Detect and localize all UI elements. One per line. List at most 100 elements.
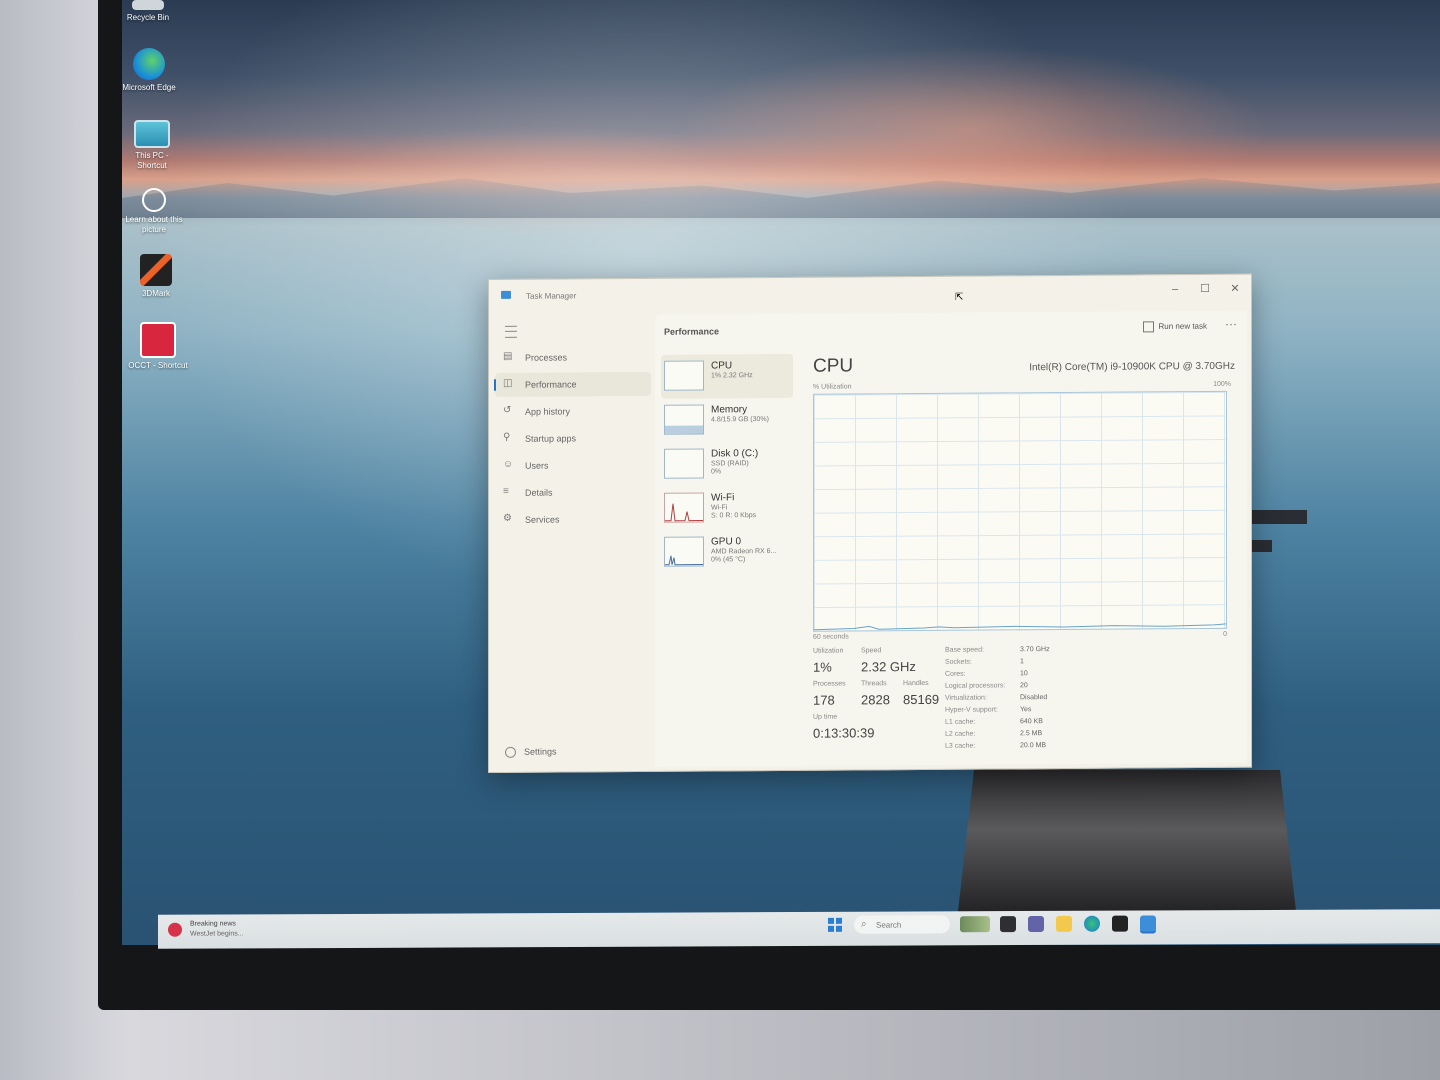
store-icon[interactable] (1112, 915, 1128, 932)
nav-app-history[interactable]: ↺ App history (495, 399, 651, 424)
device-disk[interactable]: Disk 0 (C:) SSD (RAID) 0% (661, 442, 793, 487)
spec-label: L2 cache: (945, 730, 976, 738)
spec-label: L3 cache: (945, 742, 976, 750)
speed-value: 2.32 GHz (861, 659, 916, 675)
cpu-model: Intel(R) Core(TM) i9-10900K CPU @ 3.70GH… (1029, 360, 1235, 374)
device-name: Memory (711, 404, 748, 416)
stat-label: Threads (861, 680, 887, 688)
device-gpu[interactable]: GPU 0 AMD Radeon RX 6... 0% (45 °C) (661, 530, 793, 575)
device-subtitle: AMD Radeon RX 6... (711, 547, 777, 556)
spec-label: Base speed: (945, 646, 984, 654)
maximize-button[interactable]: ☐ (1191, 279, 1219, 299)
desktop-icon-3dmark[interactable]: 3DMark (126, 254, 186, 299)
memory-fill (665, 425, 703, 434)
minimize-button[interactable]: – (1161, 279, 1189, 299)
device-name: Disk 0 (C:) (711, 448, 759, 460)
nav-label: App history (525, 406, 571, 417)
close-button[interactable]: ✕ (1221, 279, 1249, 299)
desktop-icon-edge[interactable]: Microsoft Edge (122, 48, 179, 93)
uptime-value: 0:13:30:39 (813, 725, 875, 741)
file-explorer-icon[interactable] (1056, 915, 1072, 932)
detail-title: CPU (813, 355, 854, 377)
stat-label: Utilization (813, 647, 844, 655)
spec-value: Disabled (1020, 694, 1048, 702)
wallpaper-post (1247, 510, 1307, 524)
spec-value: 640 KB (1020, 718, 1043, 726)
desktop-icon-this-pc[interactable]: This PC - Shortcut (122, 120, 182, 171)
nav-services[interactable]: ⚙ Services (495, 507, 651, 532)
nav-startup-apps[interactable]: ⚲ Startup apps (495, 426, 651, 451)
users-icon: ☺ (503, 458, 514, 470)
spec-label: Virtualization: (945, 694, 987, 702)
desktop-icon-label: This PC - Shortcut (135, 151, 169, 170)
more-options-button[interactable]: ··· (1225, 317, 1237, 331)
taskbar: Breaking news WestJet begins... ⌕ Search (158, 909, 1440, 949)
teams-icon[interactable] (1028, 915, 1044, 933)
title-bar[interactable]: Task Manager – ☐ ✕ (489, 275, 1251, 314)
device-cpu[interactable]: CPU 1% 2.32 GHz (661, 353, 793, 399)
spec-label: Logical processors: (945, 682, 1006, 690)
desktop-icon-label: Recycle Bin (126, 13, 170, 22)
cpu-detail: CPU Intel(R) Core(TM) i9-10900K CPU @ 3.… (805, 351, 1239, 758)
device-name: Wi-Fi (711, 492, 735, 504)
device-subtitle: Wi-Fi (711, 504, 728, 512)
news-subtitle: WestJet begins... (190, 930, 244, 938)
cpu-thumbnail (664, 360, 704, 391)
desktop-icon-learn-picture[interactable]: Learn about this picture (124, 188, 184, 235)
edge-taskbar-icon[interactable] (1084, 915, 1100, 932)
camera-icon (142, 188, 166, 212)
device-memory[interactable]: Memory 4.8/15.9 GB (30%) (661, 398, 793, 443)
spec-value: 1 (1020, 658, 1024, 666)
stat-label: Processes (813, 680, 846, 688)
nav-processes[interactable]: ▤ Processes (495, 345, 651, 370)
settings-label: Settings (524, 746, 557, 757)
task-manager-taskbar-icon[interactable] (1140, 915, 1156, 934)
graph-y-label: % Utilization (813, 383, 852, 391)
device-name: CPU (711, 360, 733, 372)
device-subtitle: 0% (711, 468, 722, 476)
task-view-icon[interactable] (1000, 916, 1016, 933)
run-new-task-button[interactable]: Run new task (1142, 321, 1207, 333)
this-pc-icon (134, 120, 170, 148)
stat-label: Speed (861, 647, 882, 655)
desktop-icon-label: OCCT - Shortcut (128, 361, 188, 370)
device-subtitle: 0% (45 °C) (711, 556, 746, 564)
sidebar: ▤ Processes ◫ Performance ↺ App history … (495, 315, 655, 766)
wifi-sparkline (665, 503, 703, 522)
start-button[interactable] (828, 917, 842, 932)
spec-value: Yes (1020, 706, 1032, 714)
device-name: GPU 0 (711, 536, 742, 548)
nav-details[interactable]: ≡ Details (495, 480, 651, 505)
desktop-icon-recycle-bin[interactable]: Recycle Bin (122, 0, 178, 23)
desktop-icon-label: Learn about this picture (125, 215, 183, 234)
run-new-task-label: Run new task (1158, 321, 1207, 331)
performance-panel: Performance Run new task ··· CPU 1% 2.32… (655, 310, 1247, 767)
hamburger-menu-icon[interactable] (505, 325, 517, 338)
processes-value: 178 (813, 692, 835, 708)
history-icon: ↺ (503, 404, 512, 416)
spec-label: Cores: (945, 670, 966, 678)
desktop-icon-occt[interactable]: OCCT - Shortcut (128, 322, 188, 371)
threads-value: 2828 (861, 692, 890, 708)
search-placeholder: Search (876, 920, 902, 930)
device-subtitle: S: 0 R: 0 Kbps (711, 512, 757, 520)
graph-x-label: 60 seconds (813, 633, 849, 641)
nav-label: Processes (525, 352, 568, 363)
device-wifi[interactable]: Wi-Fi Wi-Fi S: 0 R: 0 Kbps (661, 486, 793, 531)
startup-icon: ⚲ (503, 431, 511, 443)
wifi-thumbnail (664, 492, 704, 523)
stat-label: Up time (813, 713, 838, 721)
services-icon: ⚙ (503, 512, 512, 524)
settings-button[interactable]: Settings (505, 746, 557, 758)
performance-icon: ◫ (503, 377, 513, 389)
nav-performance[interactable]: ◫ Performance (495, 371, 651, 397)
news-icon (168, 922, 182, 937)
graph-min-label: 0 (1223, 630, 1227, 638)
device-subtitle: 1% 2.32 GHz (711, 372, 753, 380)
widgets-icon[interactable] (960, 916, 990, 933)
details-icon: ≡ (503, 485, 509, 497)
taskbar-search[interactable]: ⌕ Search (854, 915, 950, 934)
task-manager-icon (501, 290, 511, 299)
nav-label: Services (525, 514, 560, 525)
nav-users[interactable]: ☺ Users (495, 453, 651, 478)
